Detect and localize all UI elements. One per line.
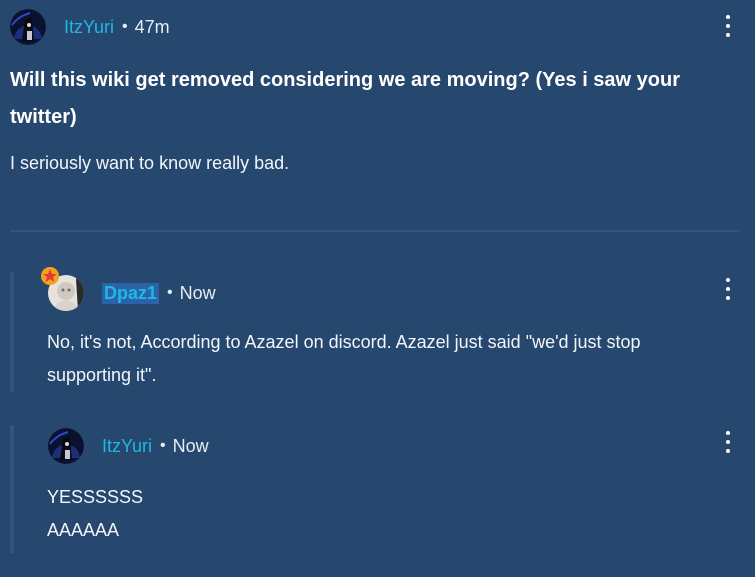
- reply-author-link[interactable]: ItzYuri: [102, 436, 152, 457]
- user-avatar-image: [10, 9, 46, 45]
- avatar[interactable]: [10, 9, 46, 45]
- separator-dot: •: [167, 284, 173, 301]
- reply-item: ItzYuri • Now YESSSSSS AAAAAA: [10, 415, 755, 565]
- reply-text-line: supporting it".: [47, 365, 157, 385]
- discussion-thread: ItzYuri • 47m Will this wiki get removed…: [0, 0, 755, 577]
- star-badge-icon: [41, 267, 59, 285]
- avatar[interactable]: [48, 428, 84, 464]
- separator-dot: •: [122, 18, 128, 35]
- post-header: ItzYuri • 47m: [10, 8, 755, 46]
- divider: [10, 230, 739, 232]
- reply-text-line: No, it's not, According to Azazel on dis…: [47, 332, 641, 352]
- avatar[interactable]: [41, 267, 84, 311]
- reply-text-line: AAAAAA: [47, 520, 120, 540]
- reply-thread-bar: [10, 425, 14, 553]
- user-avatar-image: [48, 428, 84, 464]
- reply-timestamp: Now: [172, 435, 209, 456]
- post-body: I seriously want to know really bad.: [10, 153, 290, 173]
- reply-timestamp: Now: [179, 282, 216, 303]
- reply-text: No, it's not, According to Azazel on dis…: [47, 326, 707, 392]
- reply-item: Dpaz1 • Now No, it's not, According to A…: [10, 262, 755, 402]
- kebab-menu-icon[interactable]: [723, 431, 733, 453]
- post-timestamp: 47m: [134, 16, 170, 37]
- post-title: Will this wiki get removed considering w…: [10, 69, 680, 128]
- reply-header: ItzYuri • Now: [48, 428, 209, 464]
- reply-thread-bar: [10, 272, 14, 392]
- post-author-link[interactable]: ItzYuri: [64, 17, 114, 38]
- reply-text-line: YESSSSSS: [47, 487, 144, 507]
- reply-author-link[interactable]: Dpaz1: [102, 282, 160, 304]
- reply-header: Dpaz1 • Now: [41, 267, 216, 311]
- separator-dot: •: [160, 437, 166, 454]
- kebab-menu-icon[interactable]: [723, 278, 733, 300]
- kebab-menu-icon[interactable]: [723, 15, 733, 37]
- reply-text: YESSSSSS AAAAAA: [47, 481, 707, 547]
